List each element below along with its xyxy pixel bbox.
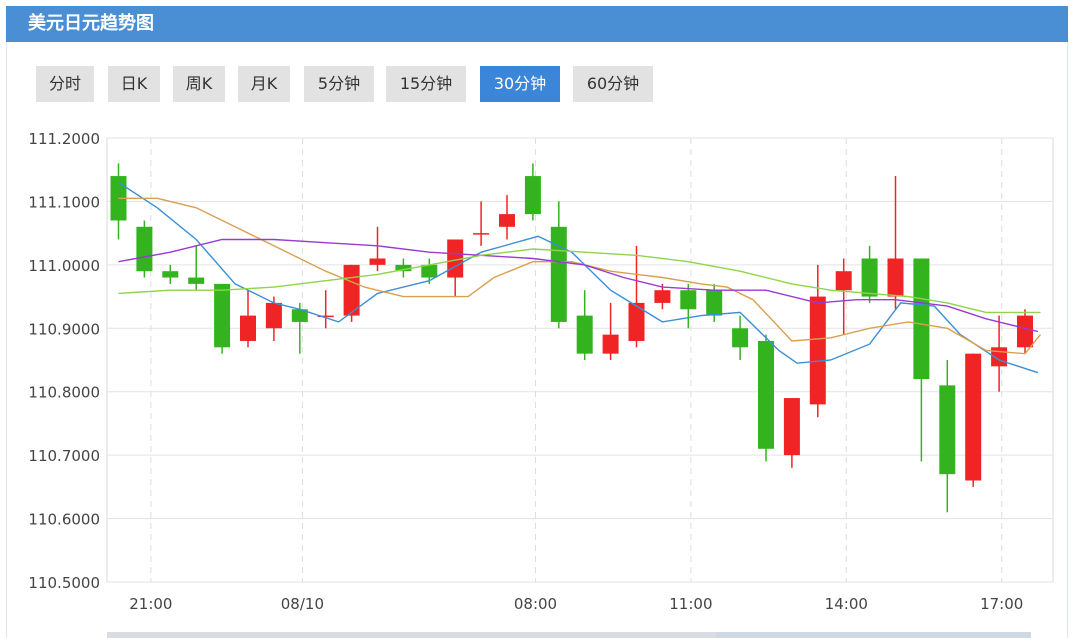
candles [110, 163, 1033, 513]
candle-body [628, 302, 645, 341]
y-tick-label: 111.2000 [28, 130, 100, 148]
plot-area-border [106, 137, 1054, 583]
candle-body [939, 385, 956, 475]
x-tick-label: 21:00 [129, 595, 172, 613]
candle-body [809, 296, 826, 405]
candle-body [602, 334, 619, 354]
candle-body [240, 315, 256, 341]
candle-body [732, 328, 749, 348]
chart-grid [106, 137, 1054, 583]
candle-body [861, 258, 878, 297]
candle-body [473, 233, 490, 235]
candle-body [758, 340, 774, 449]
candle-body [369, 258, 386, 265]
candle-body [913, 258, 930, 380]
candle-body [499, 214, 515, 227]
y-tick-label: 111.0000 [28, 257, 100, 275]
y-tick-label: 110.9000 [28, 320, 100, 338]
x-tick-label: 17:00 [980, 595, 1023, 613]
candle-body [680, 290, 697, 310]
candle-body [421, 264, 438, 278]
candle-body [654, 290, 671, 303]
y-tick-label: 110.6000 [28, 511, 100, 529]
candle-body [162, 271, 179, 278]
candle-body [524, 176, 541, 215]
candle-body [887, 258, 904, 297]
candle-body [550, 226, 567, 322]
candle-body [1017, 315, 1033, 348]
y-tick-label: 110.5000 [28, 574, 100, 592]
x-tick-label: 08/10 [281, 595, 324, 613]
y-tick-label: 110.7000 [28, 447, 100, 465]
candle-body [576, 315, 593, 354]
candle-body [136, 226, 153, 272]
x-axis-labels: 21:00 08/10 08:00 11:00 14:00 17:00 [129, 595, 1023, 613]
x-tick-label: 08:00 [514, 595, 557, 613]
candle-body [188, 277, 205, 284]
candle-body [214, 283, 231, 348]
candle-body [835, 271, 852, 291]
x-tick-label: 11:00 [669, 595, 712, 613]
candle-body [706, 290, 723, 316]
range-scrollbar-thumb[interactable] [716, 632, 1031, 638]
y-axis-labels: 111.2000 111.1000 111.0000 110.9000 110.8000… [28, 130, 100, 592]
candlestick-chart: 111.2000 111.1000 111.0000 110.9000 110.8000… [28, 130, 1054, 613]
y-tick-label: 111.1000 [28, 193, 100, 211]
y-tick-label: 110.8000 [28, 384, 100, 402]
candle-body [965, 353, 982, 481]
x-tick-label: 14:00 [825, 595, 868, 613]
candle-body [265, 302, 282, 329]
candle-body [783, 398, 800, 456]
